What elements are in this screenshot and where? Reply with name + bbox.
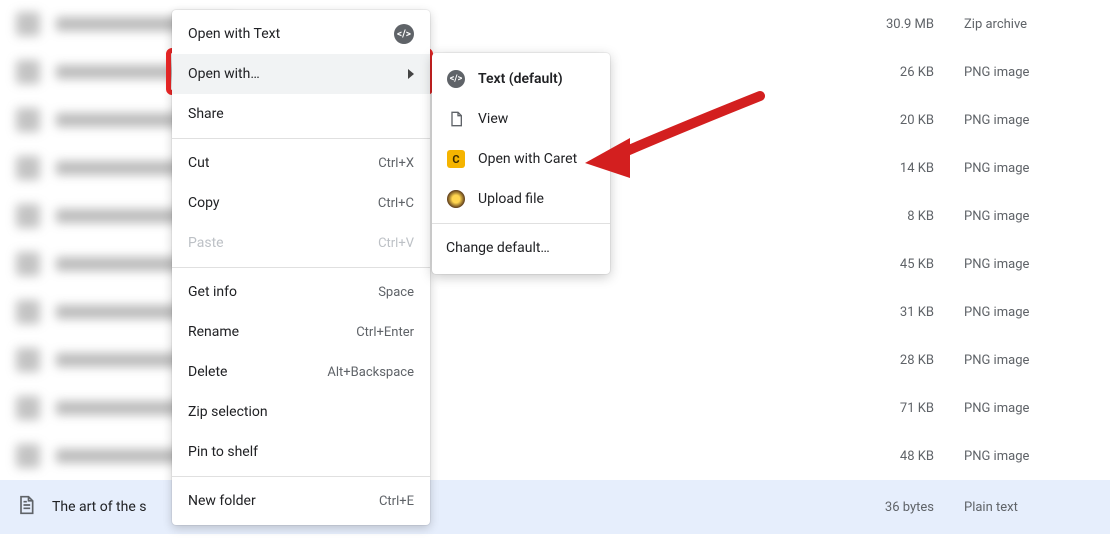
menu-item-pin-to-shelf[interactable]: Pin to shelf xyxy=(172,432,430,472)
doc-icon xyxy=(446,109,466,129)
menu-shortcut: Ctrl+X xyxy=(378,156,414,171)
file-row[interactable]: 48 KB PNG image xyxy=(0,432,1110,480)
menu-shortcut: Alt+Backspace xyxy=(327,365,414,380)
app-badge-icon: </> xyxy=(392,24,414,44)
file-type: PNG image xyxy=(964,305,1094,320)
upload-app-icon xyxy=(446,189,466,209)
file-size: 36 bytes xyxy=(854,500,934,515)
file-size: 45 KB xyxy=(854,257,934,272)
menu-item-open-with[interactable]: Open with… xyxy=(172,54,430,94)
menu-label: New folder xyxy=(188,493,379,509)
menu-shortcut: Ctrl+E xyxy=(379,494,414,509)
submenu-item-open-with-caret[interactable]: C Open with Caret xyxy=(432,139,610,179)
submenu-item-view[interactable]: View xyxy=(432,99,610,139)
file-row[interactable]: 28 KB PNG image xyxy=(0,336,1110,384)
submenu-arrow-icon xyxy=(392,69,414,79)
file-size: 26 KB xyxy=(854,65,934,80)
file-size: 31 KB xyxy=(854,305,934,320)
menu-label: Get info xyxy=(188,284,378,300)
menu-shortcut: Ctrl+V xyxy=(378,236,414,251)
file-row[interactable]: 71 KB PNG image xyxy=(0,384,1110,432)
submenu-item-text-default[interactable]: </> Text (default) xyxy=(432,59,610,99)
file-size: 8 KB xyxy=(854,209,934,224)
text-app-icon: </> xyxy=(446,69,466,89)
menu-item-paste: Paste Ctrl+V xyxy=(172,223,430,263)
menu-shortcut: Ctrl+C xyxy=(378,196,414,211)
file-row[interactable]: 31 KB PNG image xyxy=(0,288,1110,336)
file-type: PNG image xyxy=(964,257,1094,272)
file-size: 48 KB xyxy=(854,449,934,464)
menu-item-rename[interactable]: Rename Ctrl+Enter xyxy=(172,312,430,352)
menu-label: Delete xyxy=(188,364,327,380)
file-type: PNG image xyxy=(964,353,1094,368)
menu-label: Open with… xyxy=(188,66,392,82)
menu-item-open-with-text[interactable]: Open with Text </> xyxy=(172,14,430,54)
file-type: PNG image xyxy=(964,113,1094,128)
menu-item-new-folder[interactable]: New folder Ctrl+E xyxy=(172,481,430,521)
menu-item-share[interactable]: Share xyxy=(172,94,430,134)
file-name: The art of the s xyxy=(52,499,146,515)
submenu-label: View xyxy=(478,111,508,127)
text-file-icon xyxy=(16,493,36,521)
menu-label: Paste xyxy=(188,235,378,251)
file-size: 28 KB xyxy=(854,353,934,368)
file-type: PNG image xyxy=(964,401,1094,416)
menu-item-get-info[interactable]: Get info Space xyxy=(172,272,430,312)
file-row[interactable]: 30.9 MB Zip archive xyxy=(0,0,1110,48)
submenu-item-upload-file[interactable]: Upload file xyxy=(432,179,610,219)
menu-label: Open with Text xyxy=(188,26,392,42)
file-type: PNG image xyxy=(964,209,1094,224)
open-with-submenu: </> Text (default) View C Open with Care… xyxy=(432,53,610,274)
file-size: 20 KB xyxy=(854,113,934,128)
file-type: Plain text xyxy=(964,500,1094,515)
file-type: PNG image xyxy=(964,65,1094,80)
separator xyxy=(432,223,610,224)
context-menu: Open with Text </> Open with… Share Cut … xyxy=(172,10,430,525)
file-type: Zip archive xyxy=(964,17,1094,32)
menu-label: Cut xyxy=(188,155,378,171)
menu-item-copy[interactable]: Copy Ctrl+C xyxy=(172,183,430,223)
menu-item-zip-selection[interactable]: Zip selection xyxy=(172,392,430,432)
menu-label: Zip selection xyxy=(188,404,414,420)
file-size: 30.9 MB xyxy=(854,17,934,32)
submenu-label: Text (default) xyxy=(478,71,563,87)
menu-label: Copy xyxy=(188,195,378,211)
menu-shortcut: Space xyxy=(378,285,414,300)
submenu-label: Upload file xyxy=(478,191,544,207)
file-size: 71 KB xyxy=(854,401,934,416)
menu-item-delete[interactable]: Delete Alt+Backspace xyxy=(172,352,430,392)
menu-label: Pin to shelf xyxy=(188,444,414,460)
separator xyxy=(172,138,430,139)
caret-app-icon: C xyxy=(446,149,466,169)
separator xyxy=(172,476,430,477)
separator xyxy=(172,267,430,268)
file-row-selected[interactable]: The art of the s 36 bytes Plain text xyxy=(0,480,1110,534)
file-size: 14 KB xyxy=(854,161,934,176)
menu-shortcut: Ctrl+Enter xyxy=(356,325,414,340)
submenu-label: Change default… xyxy=(446,240,550,256)
submenu-item-change-default[interactable]: Change default… xyxy=(432,228,610,268)
menu-item-cut[interactable]: Cut Ctrl+X xyxy=(172,143,430,183)
file-type: PNG image xyxy=(964,161,1094,176)
submenu-label: Open with Caret xyxy=(478,151,577,167)
menu-label: Rename xyxy=(188,324,356,340)
file-type: PNG image xyxy=(964,449,1094,464)
menu-label: Share xyxy=(188,106,414,122)
